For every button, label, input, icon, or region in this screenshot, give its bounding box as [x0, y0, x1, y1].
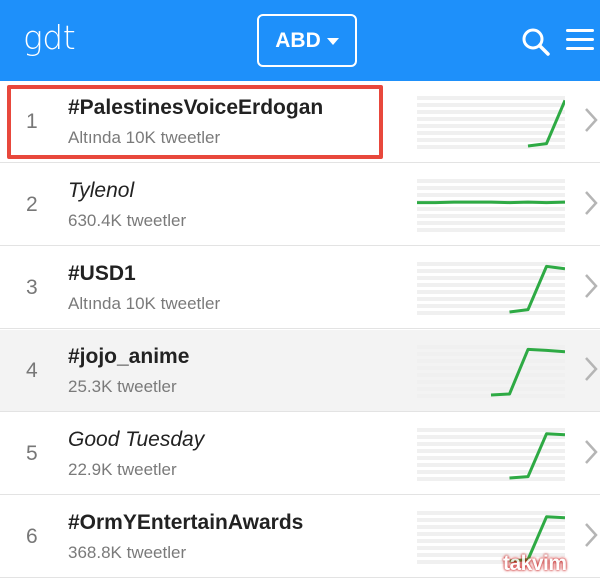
chevron-right-icon[interactable] — [584, 107, 598, 133]
sparkline-grid-bar — [417, 546, 565, 550]
sparkline-grid-bar — [417, 435, 565, 439]
app-header: gdt ABD — [0, 0, 600, 81]
chevron-down-icon — [326, 38, 339, 45]
sparkline-grid-bar — [417, 345, 565, 349]
sparkline-grid-bar — [417, 186, 565, 190]
trend-row[interactable]: 4 #jojo_anime 25.3K tweetler — [0, 330, 600, 412]
chevron-right-icon[interactable] — [584, 522, 598, 548]
watermark-logo: takvim — [503, 552, 567, 575]
trend-sparkline — [417, 428, 565, 481]
sparkline-grid-bar — [417, 131, 565, 135]
sparkline-grid-bar — [417, 145, 565, 149]
sparkline-grid-bar — [417, 228, 565, 232]
sparkline-grid-bar — [417, 380, 565, 384]
sparkline-grid-bar — [417, 138, 565, 142]
sparkline-grid-bar — [417, 110, 565, 114]
sparkline-grid-bar — [417, 449, 565, 453]
chevron-right-icon[interactable] — [584, 273, 598, 299]
sparkline-grid-bar — [417, 124, 565, 128]
country-select-button[interactable]: ABD — [257, 14, 357, 67]
sparkline-grid-bar — [417, 539, 565, 543]
sparkline-grid-bar — [417, 283, 565, 287]
trend-rank: 2 — [26, 193, 38, 216]
chevron-right-icon[interactable] — [584, 356, 598, 382]
sparkline-grid-bar — [417, 518, 565, 522]
sparkline-grid-bar — [417, 311, 565, 315]
sparkline-grid-bar — [417, 96, 565, 100]
chevron-right-icon[interactable] — [584, 190, 598, 216]
sparkline-grid-bar — [417, 428, 565, 432]
search-icon[interactable] — [521, 27, 551, 57]
trend-tweet-count: 630.4K tweetler — [68, 211, 187, 230]
trend-rank: 4 — [26, 359, 38, 382]
trend-sparkline — [417, 179, 565, 232]
trend-row[interactable]: 1 #PalestinesVoiceErdogan Altında 10K twee… — [0, 81, 600, 163]
sparkline-grid-bar — [417, 207, 565, 211]
sparkline-grid-bar — [417, 304, 565, 308]
sparkline-grid-bar — [417, 387, 565, 391]
trend-title[interactable]: Tylenol — [68, 179, 134, 203]
sparkline-grid-bar — [417, 290, 565, 294]
chevron-right-icon[interactable] — [584, 439, 598, 465]
trend-title[interactable]: #PalestinesVoiceErdogan — [68, 96, 323, 120]
sparkline-grid-bar — [417, 221, 565, 225]
trend-sparkline — [417, 262, 565, 315]
sparkline-grid-bar — [417, 359, 565, 363]
trend-tweet-count: Altında 10K tweetler — [68, 128, 221, 147]
trend-rank: 3 — [26, 276, 38, 299]
sparkline-grid-bar — [417, 373, 565, 377]
sparkline-grid-bar — [417, 477, 565, 481]
trend-row[interactable]: 3 #USD1 Altında 10K tweetler — [0, 247, 600, 329]
sparkline-line — [417, 200, 565, 205]
sparkline-grid-bar — [417, 456, 565, 460]
sparkline-grid-bar — [417, 214, 565, 218]
sparkline-grid-bar — [417, 352, 565, 356]
trend-title[interactable]: #OrmYEntertainAwards — [68, 511, 303, 535]
sparkline-grid-bar — [417, 366, 565, 370]
hamburger-menu-icon[interactable] — [566, 29, 594, 53]
trend-tweet-count: Altında 10K tweetler — [68, 294, 221, 313]
trend-rank: 1 — [26, 110, 38, 133]
sparkline-grid-bar — [417, 463, 565, 467]
sparkline-grid-bar — [417, 103, 565, 107]
trend-row[interactable]: 2 Tylenol 630.4K tweetler — [0, 164, 600, 246]
trend-rank: 6 — [26, 525, 38, 548]
trend-tweet-count: 25.3K tweetler — [68, 377, 177, 396]
sparkline-grid-bar — [417, 511, 565, 515]
sparkline-grid-bar — [417, 117, 565, 121]
trend-tweet-count: 22.9K tweetler — [68, 460, 177, 479]
trend-title[interactable]: Good Tuesday — [68, 428, 204, 452]
trend-sparkline — [417, 96, 565, 149]
sparkline-grid-bar — [417, 532, 565, 536]
trend-title[interactable]: #jojo_anime — [68, 345, 189, 369]
trend-row[interactable]: 5 Good Tuesday 22.9K tweetler — [0, 413, 600, 495]
trend-tweet-count: 368.8K tweetler — [68, 543, 187, 562]
sparkline-grid-bar — [417, 297, 565, 301]
sparkline-grid-bar — [417, 193, 565, 197]
country-label: ABD — [275, 28, 321, 52]
sparkline-grid-bar — [417, 179, 565, 183]
sparkline-grid-bar — [417, 262, 565, 266]
trend-sparkline — [417, 345, 565, 398]
app-logo[interactable]: gdt — [23, 18, 76, 57]
trend-rank: 5 — [26, 442, 38, 465]
sparkline-grid-bar — [417, 470, 565, 474]
trend-title[interactable]: #USD1 — [68, 262, 136, 286]
